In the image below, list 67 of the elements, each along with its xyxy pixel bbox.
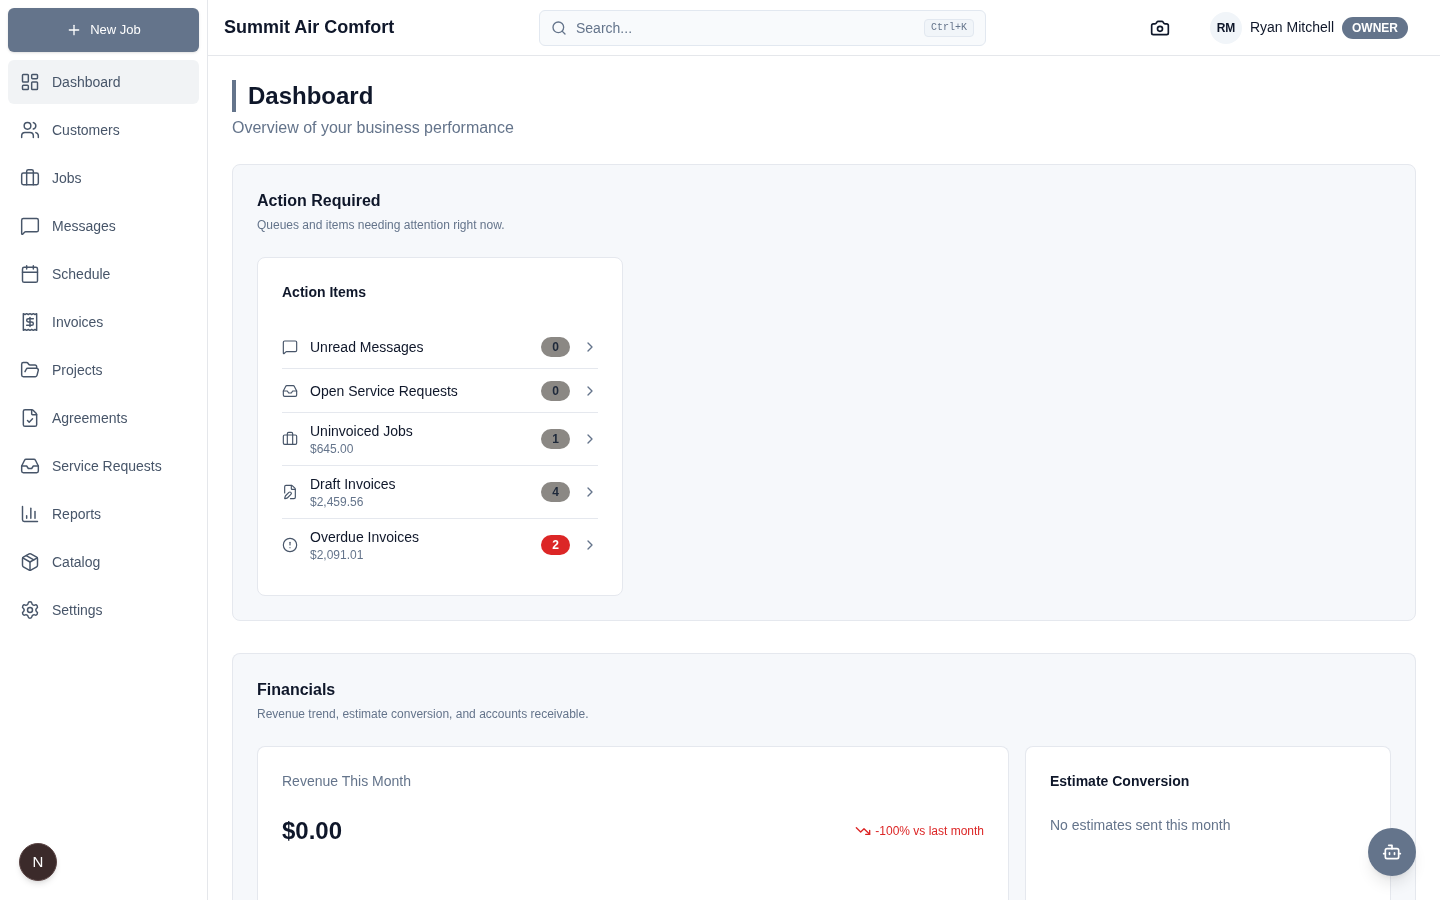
revenue-value: $0.00 — [282, 816, 343, 846]
dashboard-grid-icon — [20, 72, 40, 92]
empty-message: No estimates sent this month — [1050, 816, 1232, 835]
sidebar-nav-item[interactable]: Dashboard — [8, 60, 199, 104]
package-icon — [20, 552, 40, 572]
briefcase-icon — [20, 168, 40, 188]
role-badge: OWNER — [1342, 16, 1408, 39]
action-item-label: Overdue Invoices — [310, 528, 420, 547]
action-item-amount: $2,091.01 — [310, 547, 365, 563]
sidebar-nav-item[interactable]: Projects — [8, 348, 199, 392]
user-name: Ryan Mitchell — [1249, 18, 1334, 37]
page-title: Dashboard — [232, 80, 1416, 112]
action-item-row[interactable]: Overdue Invoices $2,091.01 2 — [282, 519, 598, 571]
action-item-amount: $2,459.56 — [310, 494, 365, 510]
file-pen-icon — [282, 484, 298, 500]
sidebar-nav-item[interactable]: Schedule — [8, 252, 199, 296]
action-item-label: Unread Messages — [310, 337, 425, 357]
receipt-icon — [20, 312, 40, 332]
action-item-amount: $645.00 — [310, 441, 355, 457]
folder-icon — [20, 360, 40, 380]
inbox-icon — [282, 382, 298, 399]
section-description: Queues and items needing attention right now. — [257, 217, 506, 233]
calendar-icon — [20, 264, 40, 284]
action-item-label: Open Service Requests — [310, 381, 459, 401]
new-job-button[interactable]: New Job — [8, 8, 199, 52]
card-title: Estimate Conversion — [1050, 772, 1191, 791]
sidebar-nav-item[interactable]: Customers — [8, 108, 199, 152]
inbox-icon — [20, 456, 40, 476]
sidebar-nav-item[interactable]: Service Requests — [8, 444, 199, 488]
dev-indicator-button[interactable]: N — [19, 843, 57, 881]
action-item-row[interactable]: Draft Invoices $2,459.56 4 — [282, 466, 598, 519]
count-badge: 0 — [541, 336, 570, 357]
action-item-label: Draft Invoices — [310, 475, 397, 494]
section-title: Action Required — [257, 191, 382, 211]
alert-circle-icon — [282, 537, 298, 553]
sidebar-nav-item[interactable]: Settings — [8, 588, 199, 632]
bar-chart-icon — [20, 504, 40, 524]
file-check-icon — [20, 408, 40, 428]
card-title: Revenue This Month — [282, 772, 412, 791]
action-item-row[interactable]: Unread Messages 0 — [282, 325, 598, 369]
section-title: Financials — [257, 680, 337, 700]
company-title: Summit Air Comfort — [224, 17, 395, 37]
sidebar-nav-item[interactable]: Agreements — [8, 396, 199, 440]
sidebar-nav-item[interactable]: Invoices — [8, 300, 199, 344]
message-icon — [282, 338, 298, 355]
bot-icon — [1382, 842, 1402, 862]
count-badge: 2 — [541, 535, 570, 555]
briefcase-icon — [282, 431, 298, 447]
settings-icon — [20, 600, 40, 620]
count-badge: 1 — [541, 429, 570, 449]
sidebar-nav-item[interactable]: Reports — [8, 492, 199, 536]
section-description: Revenue trend, estimate conversion, and accounts receivable. — [257, 706, 590, 722]
sidebar-nav-item[interactable]: Messages — [8, 204, 199, 248]
count-badge: 4 — [541, 482, 570, 502]
message-icon — [20, 216, 40, 236]
page-subtitle: Overview of your business performance — [232, 118, 515, 138]
trend-text: -100% vs last month — [875, 823, 984, 840]
count-badge: 0 — [541, 380, 570, 401]
card-title: Action Items — [282, 283, 367, 302]
action-item-row[interactable]: Uninvoiced Jobs $645.00 1 — [282, 413, 598, 466]
action-item-row[interactable]: Open Service Requests 0 — [282, 369, 598, 413]
sidebar-nav-item[interactable]: Catalog — [8, 540, 199, 584]
sidebar-nav-item[interactable]: Jobs — [8, 156, 199, 200]
user-avatar[interactable]: RM — [1209, 11, 1242, 44]
action-item-label: Uninvoiced Jobs — [310, 422, 414, 441]
search-icon — [551, 19, 567, 36]
users-icon — [20, 120, 40, 140]
